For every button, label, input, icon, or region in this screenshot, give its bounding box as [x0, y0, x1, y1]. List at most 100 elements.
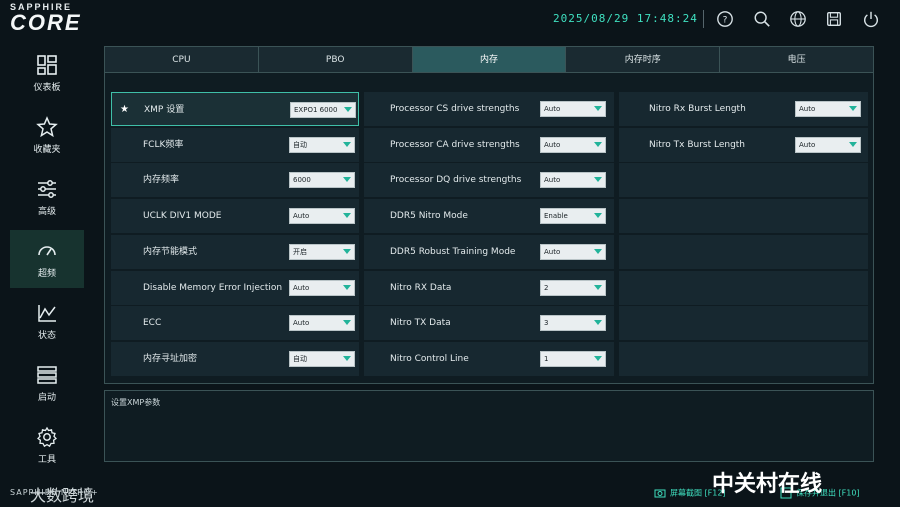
empty-row	[619, 341, 868, 376]
setting-dropdown[interactable]: 1	[540, 350, 606, 367]
setting-row[interactable]: UCLK DIV1 MODE Auto	[111, 199, 359, 234]
search-icon[interactable]	[753, 10, 771, 28]
setting-row[interactable]: ECC Auto	[111, 306, 359, 341]
dropdown-arrow-icon	[343, 355, 351, 361]
tab-pbo[interactable]: PBO	[258, 47, 413, 73]
setting-label: XMP 设置	[144, 105, 185, 115]
setting-row[interactable]: 内存节能模式 开启	[111, 234, 359, 269]
sidebar-item-favorites[interactable]: 收藏夹	[10, 106, 84, 164]
sidebar-item-status[interactable]: 状态	[10, 292, 84, 350]
dropdown-arrow-icon	[343, 213, 351, 219]
save-icon[interactable]	[825, 10, 843, 28]
setting-label: 内存寻址加密	[143, 353, 198, 364]
setting-row[interactable]: Processor CA drive strengths Auto	[364, 127, 614, 162]
sidebar-label-boot: 启动	[37, 393, 56, 403]
setting-row[interactable]: DDR5 Nitro Mode Enable	[364, 199, 614, 234]
setting-row[interactable]: Processor DQ drive strengths Auto	[364, 163, 614, 198]
setting-label: Processor CS drive strengths	[390, 104, 520, 114]
setting-value: Auto	[544, 140, 561, 149]
setting-dropdown[interactable]: 6000	[289, 172, 355, 189]
sidebar-label-overclock: 超频	[37, 269, 56, 279]
setting-dropdown[interactable]: Auto	[795, 136, 861, 153]
setting-value: Auto	[544, 176, 561, 185]
brand-big: CORE	[10, 10, 82, 35]
dropdown-arrow-icon	[594, 320, 602, 326]
setting-dropdown[interactable]: Auto	[795, 101, 861, 117]
help-icon[interactable]: ?	[716, 10, 734, 28]
sidebar-item-overclock[interactable]: 超频	[10, 230, 84, 288]
sidebar-label-tools: 工具	[37, 455, 56, 465]
setting-dropdown[interactable]: 自动	[289, 136, 355, 153]
setting-dropdown[interactable]: Auto	[289, 279, 355, 296]
setting-dropdown[interactable]: 开启	[289, 243, 355, 260]
sidebar-label-dashboard: 仪表板	[33, 83, 61, 93]
setting-dropdown[interactable]: Auto	[289, 208, 355, 225]
dashboard-icon	[37, 55, 57, 75]
power-icon[interactable]	[862, 10, 880, 28]
setting-value: Auto	[799, 140, 816, 149]
setting-value: 3	[544, 319, 549, 328]
setting-row[interactable]: Nitro Tx Burst Length Auto	[619, 127, 868, 162]
gauge-icon	[38, 246, 56, 256]
dropdown-arrow-icon	[343, 177, 351, 183]
setting-dropdown[interactable]: Auto	[540, 101, 606, 117]
setting-dropdown[interactable]: EXPO1 6000	[290, 102, 356, 118]
setting-label: Nitro TX Data	[390, 318, 451, 329]
setting-value: Enable	[544, 212, 568, 221]
sidebar-item-boot[interactable]: 启动	[10, 354, 84, 412]
tab-voltage[interactable]: 电压	[720, 47, 873, 73]
setting-row[interactable]: 内存寻址加密 自动	[111, 341, 359, 376]
empty-row	[619, 270, 868, 305]
sidebar-item-tools[interactable]: 工具	[10, 416, 84, 474]
sliders-icon	[38, 180, 56, 198]
setting-dropdown[interactable]: Auto	[540, 136, 606, 153]
dropdown-arrow-icon	[594, 106, 602, 111]
setting-dropdown[interactable]: 3	[540, 315, 606, 332]
empty-row	[619, 306, 868, 341]
sidebar-label-favorites: 收藏夹	[33, 145, 61, 155]
tab-memory[interactable]: 内存	[412, 47, 567, 73]
setting-row[interactable]: Disable Memory Error Injection Auto	[111, 270, 359, 305]
setting-value: 6000	[293, 176, 311, 185]
dropdown-arrow-icon	[344, 107, 352, 112]
dropdown-arrow-icon	[594, 284, 602, 290]
setting-label: FCLK频率	[143, 139, 184, 150]
favorite-star-icon[interactable]: ★	[120, 93, 129, 127]
tab-memory-timing[interactable]: 内存时序	[566, 47, 721, 73]
setting-dropdown[interactable]: Auto	[540, 172, 606, 189]
setting-row[interactable]: Nitro RX Data 2	[364, 270, 614, 305]
list-icon	[37, 366, 57, 384]
setting-dropdown[interactable]: 2	[540, 279, 606, 296]
dropdown-arrow-icon	[594, 141, 602, 147]
tab-bar: CPU PBO 内存 内存时序 电压	[105, 47, 873, 73]
sidebar-item-dashboard[interactable]: 仪表板	[10, 44, 84, 102]
brand-logo: SAPPHIRE CORE	[10, 2, 82, 34]
setting-label: DDR5 Robust Training Mode	[390, 246, 516, 257]
sidebar-item-advanced[interactable]: 高级	[10, 168, 84, 226]
setting-row[interactable]: DDR5 Robust Training Mode Auto	[364, 234, 614, 269]
setting-value: EXPO1 6000	[294, 106, 338, 114]
setting-row[interactable]: 内存频率 6000	[111, 163, 359, 198]
gear-icon	[37, 426, 57, 448]
top-divider	[703, 10, 704, 28]
setting-row[interactable]: Nitro TX Data 3	[364, 306, 614, 341]
sidebar-label-advanced: 高级	[37, 207, 56, 217]
setting-value: Auto	[293, 283, 310, 292]
setting-dropdown[interactable]: Auto	[289, 315, 355, 332]
setting-label: Disable Memory Error Injection	[143, 282, 283, 293]
setting-row[interactable]: Nitro Control Line 1	[364, 341, 614, 376]
setting-dropdown[interactable]: Enable	[540, 208, 606, 225]
setting-row[interactable]: ★ XMP 设置 EXPO1 6000	[111, 92, 359, 126]
setting-label: Processor DQ drive strengths	[390, 175, 522, 186]
setting-row[interactable]: Processor CS drive strengths Auto	[364, 92, 614, 126]
dropdown-arrow-icon	[343, 248, 351, 254]
setting-dropdown[interactable]: Auto	[540, 243, 606, 260]
setting-row[interactable]: Nitro Rx Burst Length Auto	[619, 92, 868, 126]
setting-label: Nitro RX Data	[390, 282, 452, 293]
setting-row[interactable]: FCLK频率 自动	[111, 127, 359, 162]
tab-cpu[interactable]: CPU	[105, 47, 259, 73]
top-bar: SAPPHIRE CORE 2025/08/29 17:48:24 ?	[0, 0, 900, 40]
dropdown-arrow-icon	[343, 141, 351, 147]
globe-icon[interactable]	[789, 10, 807, 28]
setting-dropdown[interactable]: 自动	[289, 350, 355, 367]
